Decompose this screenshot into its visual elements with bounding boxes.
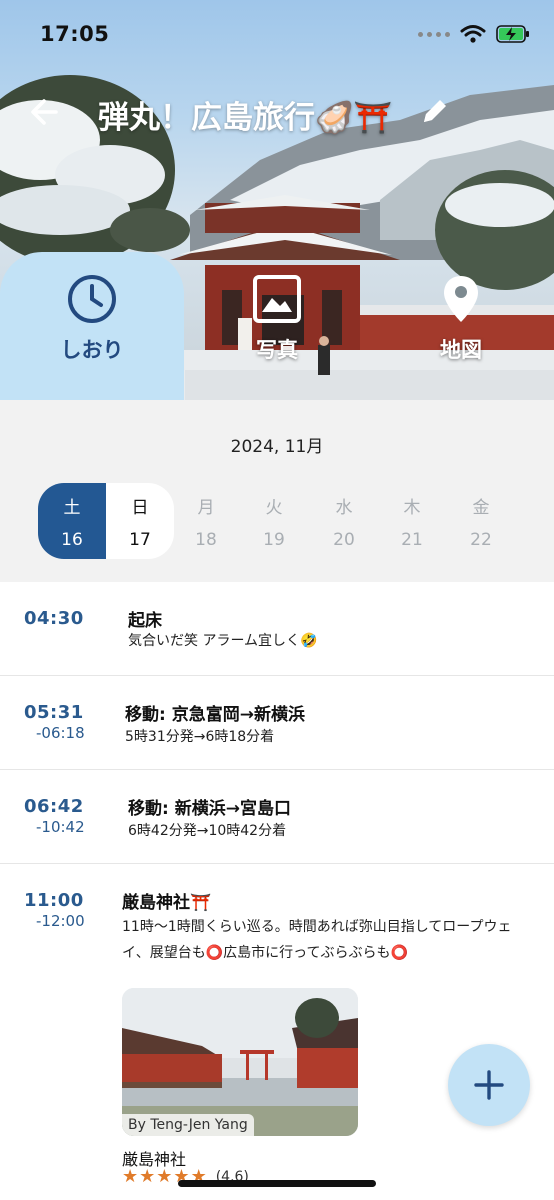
tab-label: 地図 — [440, 338, 482, 362]
tab-itinerary[interactable]: しおり — [0, 252, 184, 400]
status-icons — [418, 24, 530, 44]
day-of-week: 火 — [265, 498, 283, 518]
app-header: 弾丸！広島旅行🦪⛩️ — [0, 88, 554, 138]
day-of-week: 金 — [472, 498, 490, 518]
section-tabs: しおり 写真 地図 — [0, 252, 554, 400]
day-of-week: 月 — [197, 498, 215, 518]
item-description: 6時42分発→10時42分着 — [128, 823, 287, 839]
schedule-item[interactable]: 05:31 -06:18 移動: 京急富岡→新横浜 5時31分発→6時18分着 — [0, 676, 554, 770]
edit-title-button[interactable] — [418, 94, 452, 128]
day-mon[interactable]: 月 18 — [172, 483, 240, 559]
clock-icon — [68, 275, 116, 323]
day-of-week: 日 — [131, 498, 149, 518]
day-number: 17 — [129, 530, 151, 550]
day-number: 19 — [263, 530, 285, 550]
item-description: 5時31分発→6時18分着 — [125, 729, 275, 745]
day-of-week: 土 — [63, 498, 81, 518]
status-time: 17:05 — [40, 22, 110, 46]
day-number: 21 — [401, 530, 423, 550]
home-indicator — [178, 1180, 376, 1187]
star-icon: ★ — [139, 1166, 156, 1187]
trip-title: 弾丸！広島旅行🦪⛩️ — [98, 100, 393, 136]
day-thu[interactable]: 木 21 — [378, 483, 446, 559]
day-number: 18 — [195, 530, 217, 550]
schedule-item[interactable]: 06:42 -10:42 移動: 新横浜→宮島口 6時42分発→10時42分着 — [0, 770, 554, 864]
item-description: 気合いだ笑 アラーム宜しく🤣 — [128, 633, 318, 649]
tab-map[interactable]: 地図 — [401, 252, 521, 400]
start-time: 05:31 — [24, 702, 84, 723]
day-tue[interactable]: 火 19 — [240, 483, 308, 559]
tab-label: しおり — [60, 338, 124, 362]
day-of-week: 水 — [335, 498, 353, 518]
tab-photos[interactable]: 写真 — [217, 252, 337, 400]
day-sat[interactable]: 土 16 — [38, 483, 106, 559]
status-bar: 17:05 — [0, 0, 554, 60]
item-description: 11時〜1時間くらい巡る。時間あれば弥山目指してロープウェイ、展望台も⭕️広島市… — [122, 919, 512, 961]
day-number: 16 — [61, 530, 83, 550]
day-number: 20 — [333, 530, 355, 550]
day-of-week: 木 — [403, 498, 421, 518]
end-time: -10:42 — [36, 818, 85, 836]
wifi-icon — [460, 25, 486, 43]
star-icon: ★ — [156, 1166, 173, 1187]
day-fri[interactable]: 金 22 — [447, 483, 515, 559]
arrow-left-icon — [31, 99, 58, 125]
item-title: 移動: 京急富岡→新横浜 — [125, 705, 305, 725]
place-photo[interactable]: By Teng-Jen Yang — [122, 988, 358, 1136]
signal-dots-icon — [418, 31, 450, 37]
add-item-button[interactable] — [448, 1044, 530, 1126]
week-calendar: 2024, 11月 土 16 日 17 月 18 火 19 水 20 木 21 … — [0, 400, 554, 582]
start-time: 06:42 — [24, 796, 84, 817]
end-time: -12:00 — [36, 912, 85, 930]
map-pin-icon — [444, 276, 478, 322]
item-title: 移動: 新横浜→宮島口 — [128, 799, 291, 819]
tab-label: 写真 — [256, 338, 298, 362]
plus-icon — [474, 1070, 504, 1100]
start-time: 11:00 — [24, 890, 84, 911]
star-icon: ★ — [122, 1166, 139, 1187]
trip-cover-image: 17:05 弾丸！広島旅行🦪⛩️ しおり 写真 地図 — [0, 0, 554, 400]
photo-credit: By Teng-Jen Yang — [122, 1114, 254, 1136]
start-time: 04:30 — [24, 608, 84, 629]
screen: 17:05 弾丸！広島旅行🦪⛩️ しおり 写真 地図 2024, 11月 土 1… — [0, 0, 554, 1200]
end-time: -06:18 — [36, 724, 85, 742]
day-sun[interactable]: 日 17 — [106, 483, 174, 559]
back-button[interactable] — [26, 90, 66, 134]
image-icon — [253, 275, 301, 323]
battery-charging-icon — [496, 25, 529, 43]
month-label: 2024, 11月 — [230, 437, 324, 457]
day-wed[interactable]: 水 20 — [310, 483, 378, 559]
pencil-icon — [424, 100, 446, 122]
day-number: 22 — [470, 530, 492, 550]
schedule-item[interactable]: 04:30 起床 気合いだ笑 アラーム宜しく🤣 — [0, 582, 554, 676]
item-title: 厳島神社⛩️ — [122, 893, 212, 913]
